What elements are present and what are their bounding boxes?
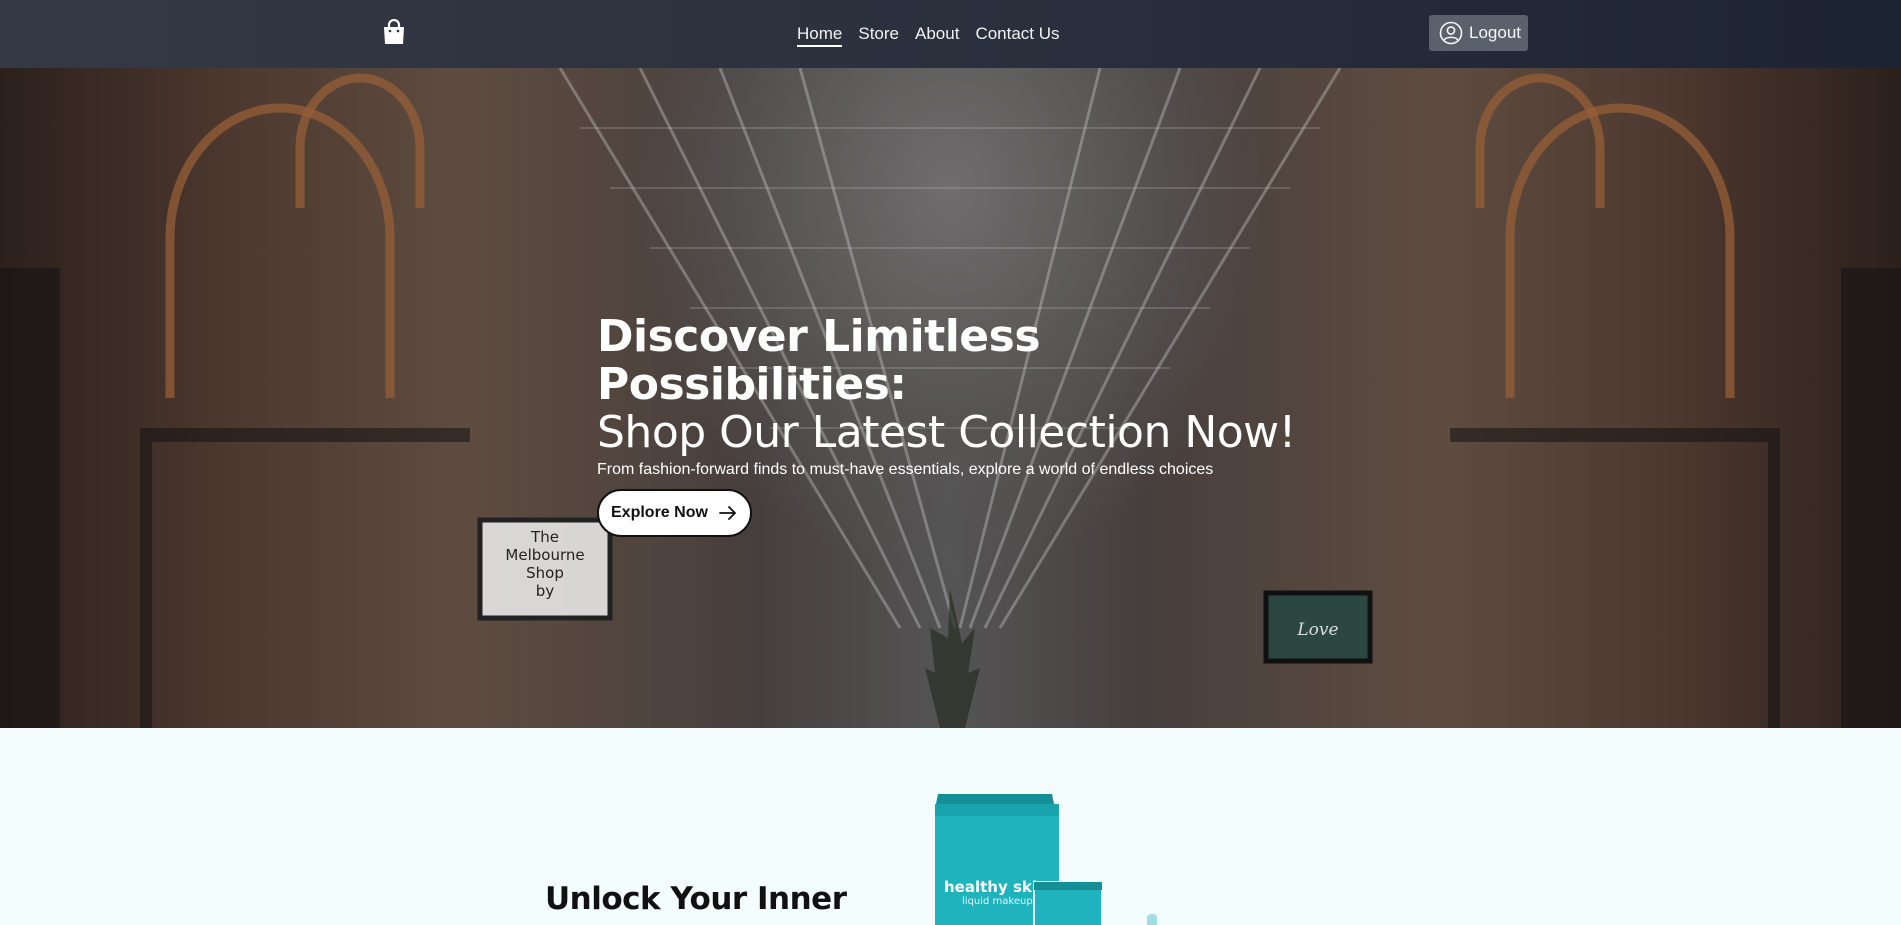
logout-label: Logout: [1469, 23, 1521, 42]
navbar: Home Store About Contact Us Logout: [0, 0, 1901, 68]
arrow-right-icon: [719, 506, 736, 520]
hero-content: Discover Limitless Possibilities: Shop O…: [597, 313, 1357, 537]
user-circle-icon: [1439, 21, 1463, 45]
logout-button[interactable]: Logout: [1429, 15, 1528, 51]
product-label: healthy skin: [944, 878, 1048, 896]
section-heading: Unlock Your Inner: [545, 881, 847, 917]
hero-title-line1: Discover Limitless Possibilities:: [597, 311, 1041, 410]
main-nav: Home Store About Contact Us: [797, 0, 1060, 68]
hero-title-line2: Shop Our Latest Collection Now!: [597, 407, 1296, 458]
featured-section: Unlock Your Inner healthy skin liquid ma…: [0, 728, 1901, 925]
product-image: healthy skin liquid makeup: [935, 794, 1157, 925]
nav-link-contact[interactable]: Contact Us: [975, 24, 1059, 44]
sign-text-shop: Shop: [526, 564, 564, 582]
shopping-bag-icon[interactable]: [382, 19, 406, 46]
explore-now-label: Explore Now: [611, 504, 708, 521]
sign-text-the: The: [530, 528, 559, 546]
hero-banner: The Melbourne Shop by Love Discover Limi…: [0, 68, 1901, 728]
explore-now-button[interactable]: Explore Now: [597, 489, 752, 537]
nav-link-about[interactable]: About: [915, 24, 959, 44]
product-sublabel: liquid makeup: [962, 896, 1033, 907]
nav-link-store[interactable]: Store: [858, 24, 899, 44]
sign-text-love: Love: [1296, 620, 1338, 640]
hero-title: Discover Limitless Possibilities: Shop O…: [597, 313, 1357, 457]
sign-text-melbourne: Melbourne: [505, 546, 584, 564]
hero-subtitle: From fashion-forward finds to must-have …: [597, 461, 1214, 478]
nav-link-home[interactable]: Home: [797, 24, 843, 47]
sign-text-by: by: [536, 582, 555, 600]
